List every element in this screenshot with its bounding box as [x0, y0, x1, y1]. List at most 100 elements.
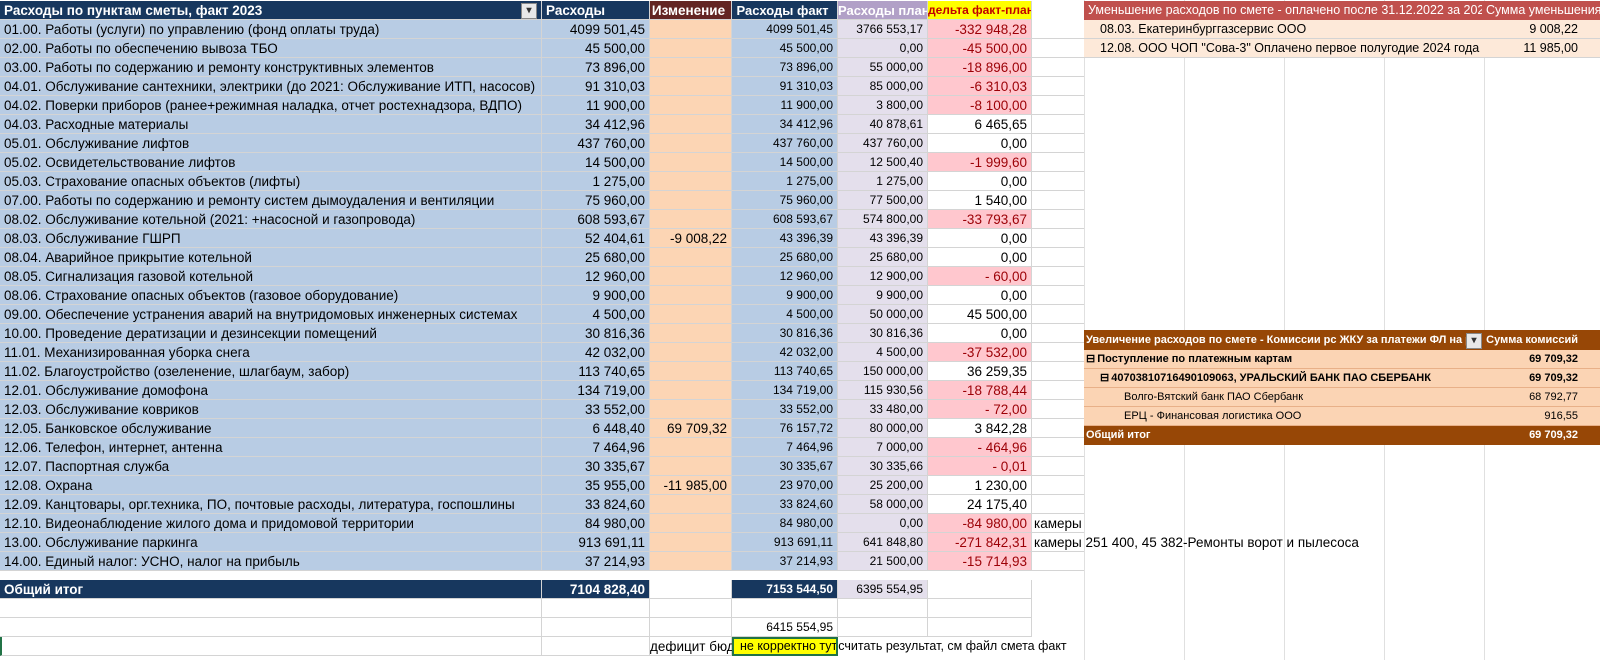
row-fact[interactable]: 14 500,00 — [732, 153, 838, 172]
row-note[interactable] — [1032, 381, 1084, 400]
row-expenses[interactable]: 52 404,61 — [542, 229, 650, 248]
row-delta[interactable]: - 72,00 — [928, 400, 1032, 419]
row-expenses[interactable]: 14 500,00 — [542, 153, 650, 172]
row-name[interactable]: 12.03. Обслуживание ковриков — [0, 400, 542, 419]
row-plan[interactable]: 80 000,00 — [838, 419, 928, 438]
row-delta[interactable]: 24 175,40 — [928, 495, 1032, 514]
row-change[interactable] — [650, 495, 732, 514]
row-name[interactable]: 12.07. Паспортная служба — [0, 457, 542, 476]
total-expenses[interactable]: 7104 828,40 — [542, 580, 650, 599]
plan-sum-cell[interactable]: 6415 554,95 — [732, 618, 838, 637]
row-note[interactable]: камеры — [1032, 514, 1084, 533]
cell[interactable] — [0, 637, 542, 656]
row-fact[interactable]: 42 032,00 — [732, 343, 838, 362]
row-name[interactable]: 04.02. Поверки приборов (ранее+режимная … — [0, 96, 542, 115]
row-change[interactable] — [650, 77, 732, 96]
row-name[interactable]: 07.00. Работы по содержанию и ремонту си… — [0, 191, 542, 210]
row-note[interactable] — [1032, 305, 1084, 324]
row-plan[interactable]: 150 000,00 — [838, 362, 928, 381]
collapse-icon[interactable]: ⊟ — [1100, 372, 1109, 384]
row-note[interactable] — [1032, 476, 1084, 495]
row-fact[interactable]: 43 396,39 — [732, 229, 838, 248]
row-plan[interactable]: 574 800,00 — [838, 210, 928, 229]
row-name[interactable]: 10.00. Проведение дератизации и дезинсек… — [0, 324, 542, 343]
row-plan[interactable]: 21 500,00 — [838, 552, 928, 571]
row-name[interactable]: 04.03. Расходные материалы — [0, 115, 542, 134]
row-note[interactable] — [1032, 210, 1084, 229]
row-plan[interactable]: 55 000,00 — [838, 58, 928, 77]
row-note[interactable] — [1032, 343, 1084, 362]
row-plan[interactable]: 30 335,66 — [838, 457, 928, 476]
collapse-icon[interactable]: ⊟ — [1086, 353, 1095, 365]
row-plan[interactable]: 33 480,00 — [838, 400, 928, 419]
row-name[interactable]: 08.06. Страхование опасных объектов (газ… — [0, 286, 542, 305]
cell[interactable] — [928, 618, 1032, 637]
row-expenses[interactable]: 913 691,11 — [542, 533, 650, 552]
selected-cell[interactable]: не корректно тутсчитать результат, см фа… — [732, 637, 1067, 656]
header-name[interactable]: Расходы по пунктам сметы, факт 2023 ▾ — [0, 1, 542, 20]
row-change[interactable] — [650, 96, 732, 115]
row-plan[interactable]: 85 000,00 — [838, 77, 928, 96]
row-expenses[interactable]: 30 816,36 — [542, 324, 650, 343]
row-expenses[interactable]: 42 032,00 — [542, 343, 650, 362]
row-expenses[interactable]: 7 464,96 — [542, 438, 650, 457]
row-delta[interactable]: -1 999,60 — [928, 153, 1032, 172]
decrease-panel-sum-header[interactable]: Сумма уменьшения — [1482, 1, 1600, 20]
row-note[interactable] — [1032, 324, 1084, 343]
row-expenses[interactable]: 45 500,00 — [542, 39, 650, 58]
pivot-row-value[interactable]: 68 792,77 — [1486, 388, 1600, 407]
row-delta[interactable]: 1 540,00 — [928, 191, 1032, 210]
row-expenses[interactable]: 608 593,67 — [542, 210, 650, 229]
row-delta[interactable]: 0,00 — [928, 134, 1032, 153]
row-note[interactable] — [1032, 552, 1084, 571]
header-delta[interactable]: дельта факт-план — [928, 1, 1032, 20]
row-fact[interactable]: 608 593,67 — [732, 210, 838, 229]
row-change[interactable] — [650, 20, 732, 39]
cell[interactable] — [542, 618, 650, 637]
filter-icon[interactable]: ▾ — [521, 3, 537, 19]
row-expenses[interactable]: 9 900,00 — [542, 286, 650, 305]
row-name[interactable]: 04.01. Обслуживание сантехники, электрик… — [0, 77, 542, 96]
row-name[interactable]: 12.01. Обслуживание домофона — [0, 381, 542, 400]
header-expenses[interactable]: Расходы — [542, 1, 650, 20]
row-delta[interactable]: 0,00 — [928, 229, 1032, 248]
row-plan[interactable]: 0,00 — [838, 514, 928, 533]
row-fact[interactable]: 37 214,93 — [732, 552, 838, 571]
row-fact[interactable]: 1 275,00 — [732, 172, 838, 191]
row-fact[interactable]: 4099 501,45 — [732, 20, 838, 39]
row-delta[interactable]: -45 500,00 — [928, 39, 1032, 58]
row-delta[interactable]: - 464,96 — [928, 438, 1032, 457]
row-fact[interactable]: 73 896,00 — [732, 58, 838, 77]
row-fact[interactable]: 913 691,11 — [732, 533, 838, 552]
row-fact[interactable]: 113 740,65 — [732, 362, 838, 381]
row-note[interactable] — [1032, 20, 1084, 39]
row-delta[interactable]: -18 788,44 — [928, 381, 1032, 400]
cell[interactable] — [650, 618, 732, 637]
cell[interactable] — [0, 618, 542, 637]
row-fact[interactable]: 4 500,00 — [732, 305, 838, 324]
row-delta[interactable]: -15 714,93 — [928, 552, 1032, 571]
pivot-row-label[interactable]: ⊟ 40703810716490109063, УРАЛЬСКИЙ БАНК ПА… — [1084, 369, 1486, 388]
row-note[interactable] — [1032, 134, 1084, 153]
row-plan[interactable]: 3766 553,17 — [838, 20, 928, 39]
pivot-total-value[interactable]: 69 709,32 — [1486, 426, 1600, 445]
row-plan[interactable]: 3 800,00 — [838, 96, 928, 115]
row-delta[interactable]: -271 842,31 — [928, 533, 1032, 552]
row-expenses[interactable]: 11 900,00 — [542, 96, 650, 115]
row-note[interactable] — [1032, 419, 1084, 438]
row-plan[interactable]: 30 816,36 — [838, 324, 928, 343]
row-note[interactable] — [1032, 362, 1084, 381]
row-expenses[interactable]: 73 896,00 — [542, 58, 650, 77]
row-fact[interactable]: 34 412,96 — [732, 115, 838, 134]
cell[interactable] — [542, 637, 650, 656]
row-delta[interactable]: -37 532,00 — [928, 343, 1032, 362]
row-change[interactable] — [650, 58, 732, 77]
row-change[interactable] — [650, 267, 732, 286]
row-fact[interactable]: 11 900,00 — [732, 96, 838, 115]
row-change[interactable] — [650, 400, 732, 419]
row-delta[interactable]: -18 896,00 — [928, 58, 1032, 77]
row-change[interactable] — [650, 552, 732, 571]
row-change[interactable] — [650, 248, 732, 267]
total-change[interactable] — [650, 580, 732, 599]
row-plan[interactable]: 12 900,00 — [838, 267, 928, 286]
